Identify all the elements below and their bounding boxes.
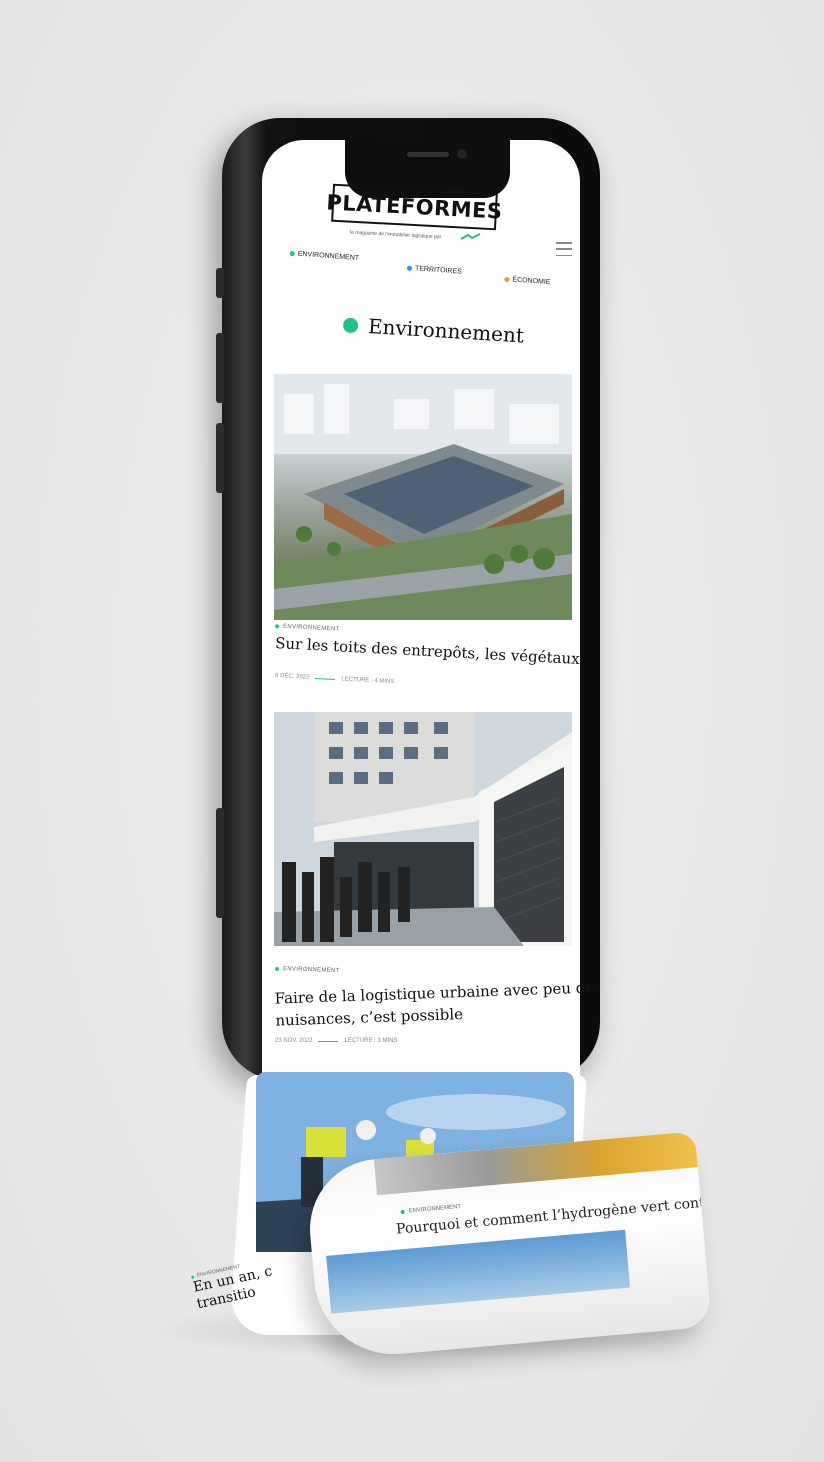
article-meta: 23 NOV. 2022 LECTURE : 3 MINS: [275, 1038, 398, 1044]
article-image-sky: [326, 1229, 631, 1314]
mute-switch: [216, 268, 224, 298]
nav-item-economie[interactable]: ÉCONOMIE: [504, 276, 551, 286]
logo-text: PLATEFORMES: [325, 190, 504, 224]
article-image-urban-logistics[interactable]: [274, 712, 572, 946]
front-camera: [457, 149, 467, 159]
article-title[interactable]: Pourquoi et comment l’hydrogène vert con…: [395, 1193, 711, 1237]
side-slot: [216, 808, 224, 918]
section-dot-icon: [342, 316, 359, 333]
nav-item-territoires[interactable]: TERRITOIRES: [406, 265, 462, 276]
warehouse-illustration: [274, 374, 572, 620]
blue-dot-icon: [406, 265, 413, 271]
article-image-warehouse-roof[interactable]: [274, 374, 572, 620]
rolled-page: ENVIRONNEMENT Pourquoi et comment l’hydr…: [304, 1131, 712, 1361]
orange-dot-icon: [504, 276, 510, 283]
hamburger-menu-icon[interactable]: [556, 242, 572, 256]
green-dot-icon: [289, 250, 295, 257]
building-illustration: [274, 712, 572, 946]
speaker-grille: [407, 152, 449, 157]
volume-up-button: [216, 333, 224, 403]
article-category[interactable]: ENVIRONNEMENT: [400, 1204, 461, 1215]
volume-down-button: [216, 423, 224, 493]
publisher-logo-icon: [460, 233, 481, 240]
